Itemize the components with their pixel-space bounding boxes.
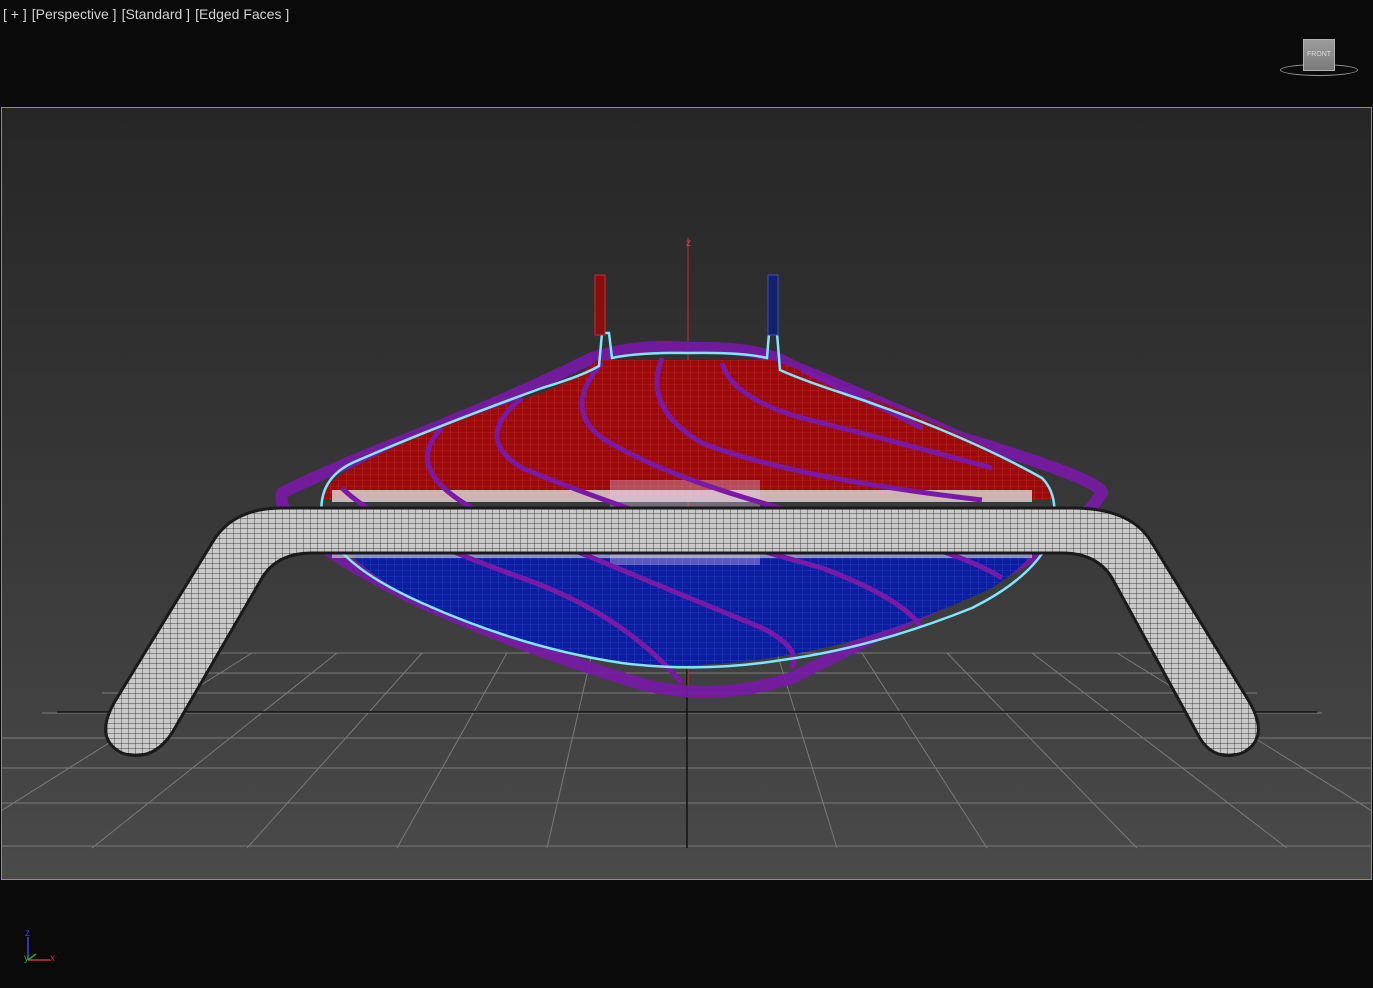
red-wire-post (594, 274, 606, 336)
viewcube[interactable]: FRONT (1278, 36, 1358, 78)
perspective-viewport[interactable]: z (1, 107, 1372, 880)
scene-canvas[interactable]: z (2, 108, 1371, 879)
viewcube-front-face[interactable]: FRONT (1303, 39, 1335, 71)
z-axis-label: z (686, 238, 691, 249)
axis-z-label: z (25, 928, 30, 939)
viewport-plus-menu[interactable]: [ + ] (3, 6, 27, 24)
viewport-shading-menu[interactable]: [Standard ] (122, 6, 191, 24)
ground-grid (2, 652, 1371, 849)
viewport-edges-menu[interactable]: [Edged Faces ] (195, 6, 289, 24)
viewport-view-menu[interactable]: [Perspective ] (32, 6, 117, 24)
viewport-label-menu: [ + ] [Perspective ] [Standard ] [Edged … (3, 6, 289, 24)
axis-tripod: z y x (18, 925, 68, 970)
axis-y-label: y (24, 953, 29, 964)
axis-x-label: x (50, 953, 55, 964)
blue-wire-post (767, 274, 779, 336)
